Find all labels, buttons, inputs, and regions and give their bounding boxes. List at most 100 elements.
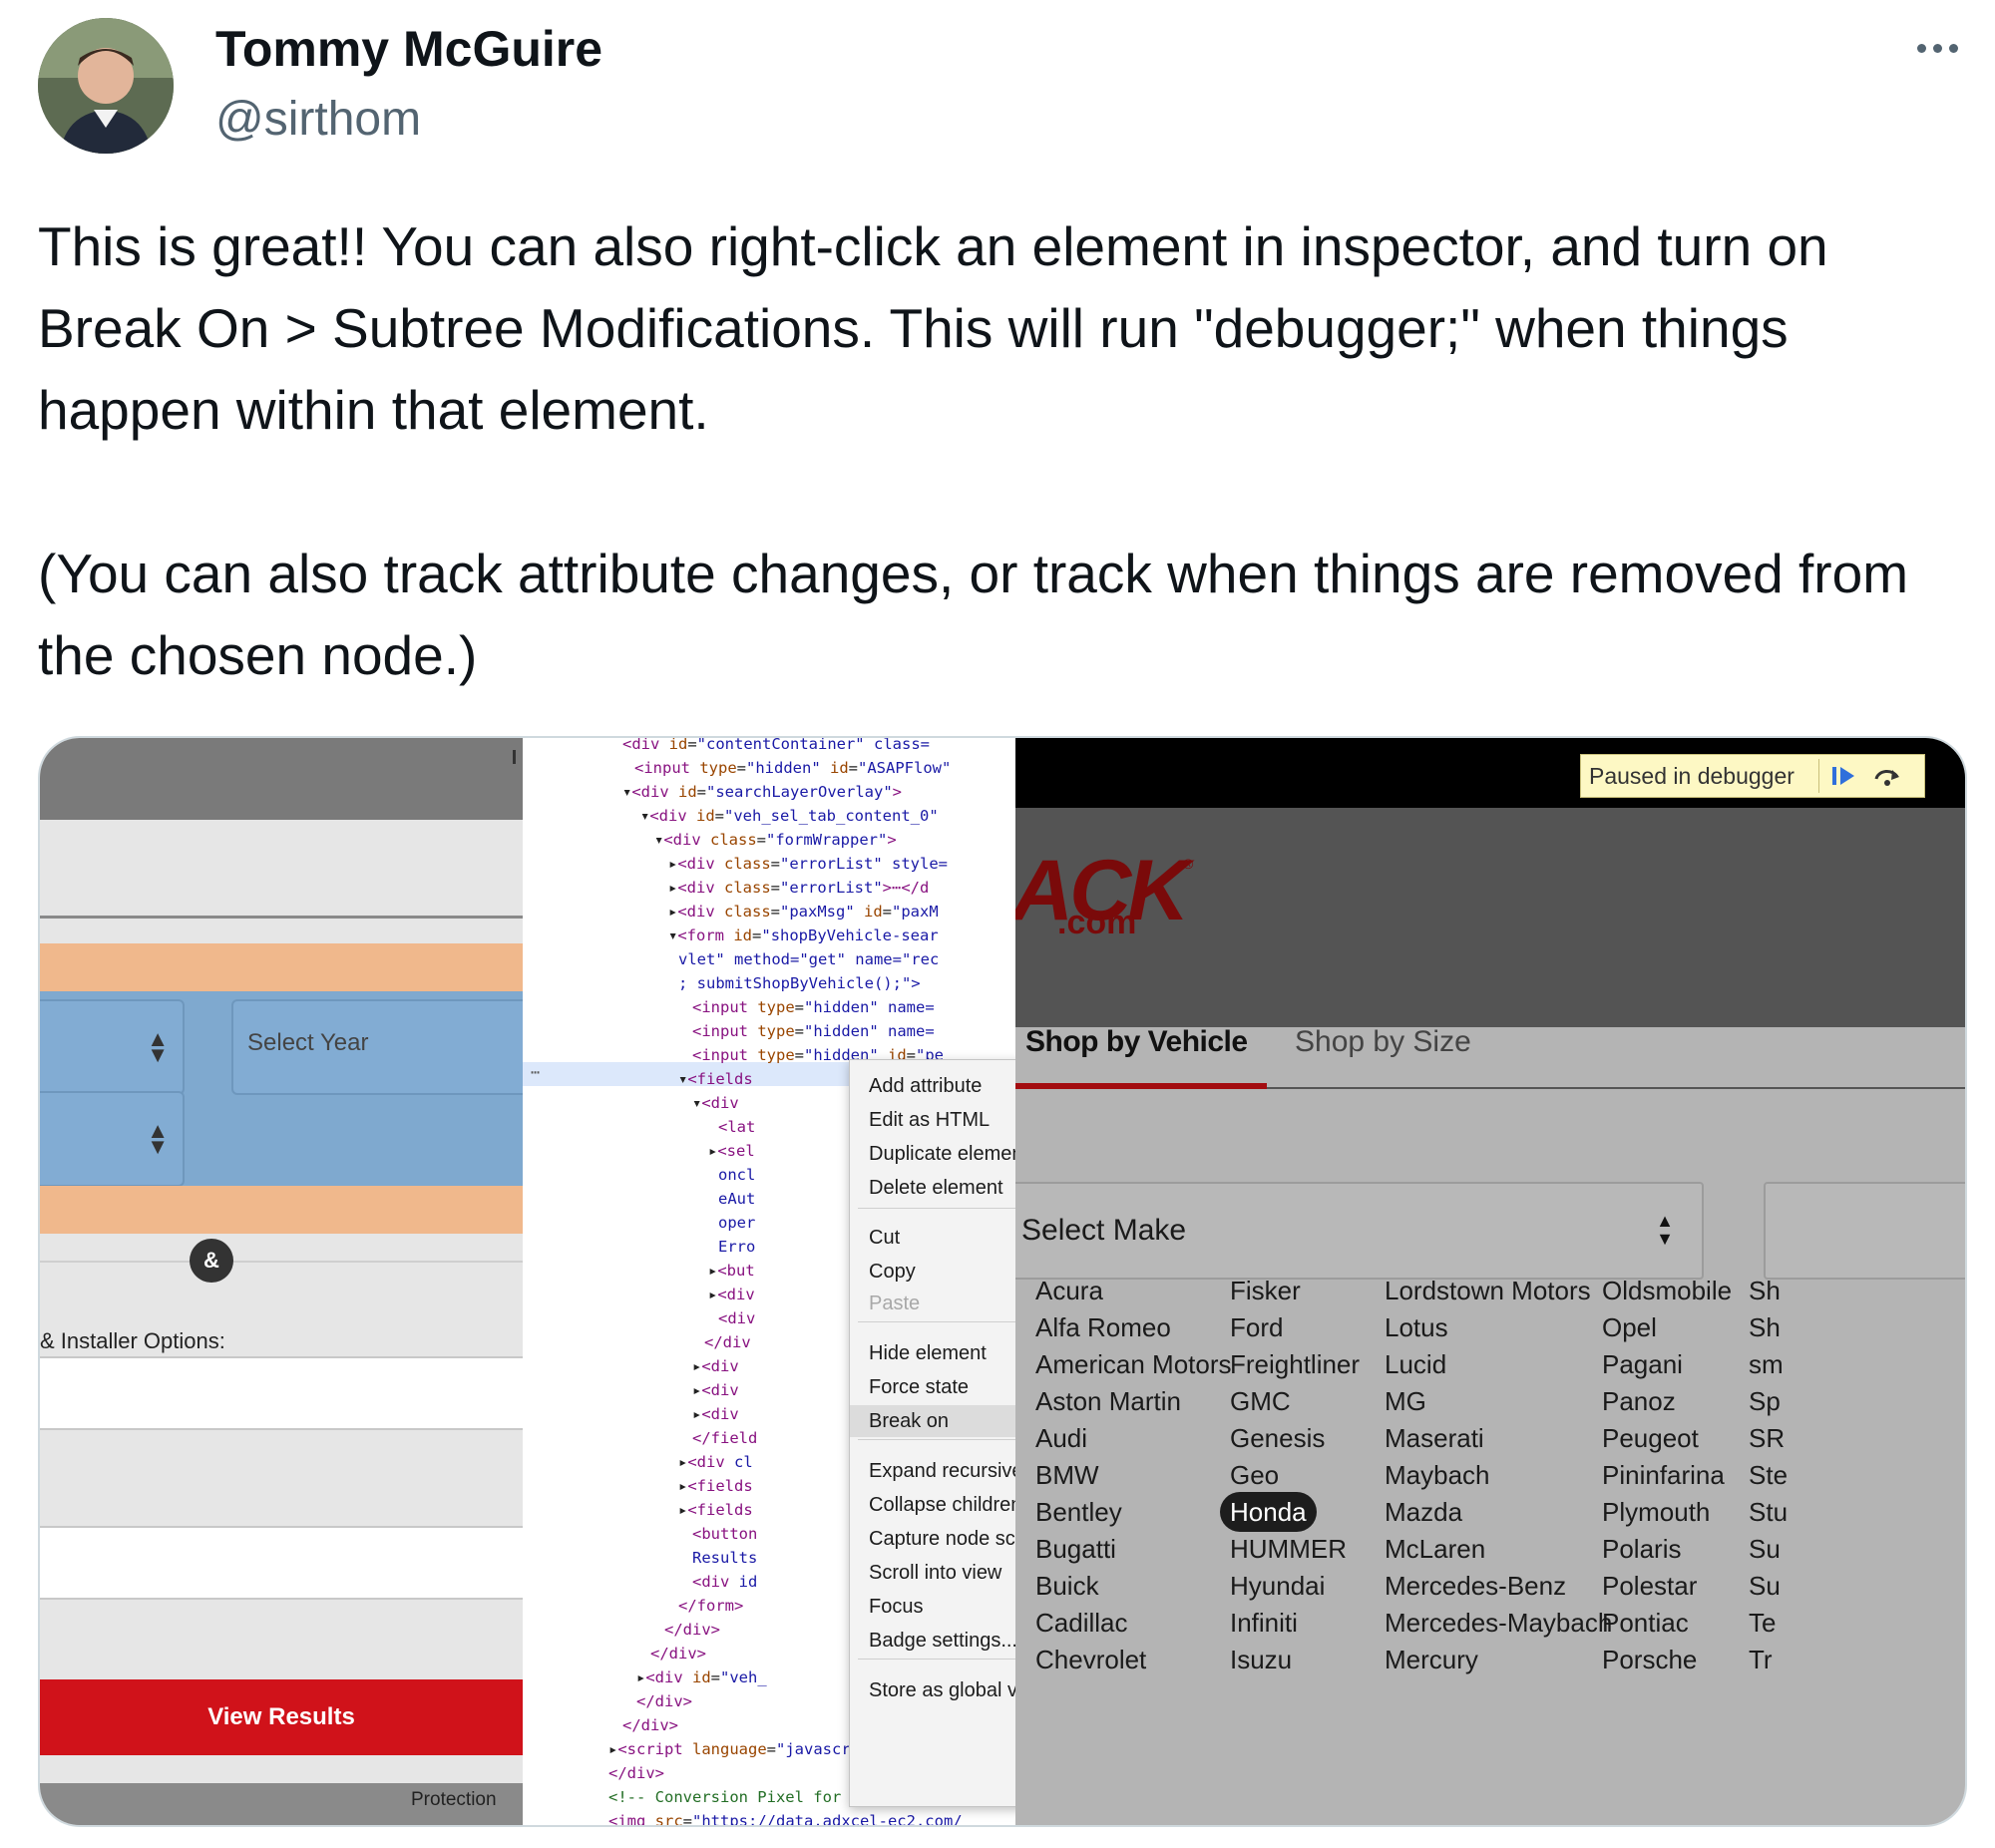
dom-tree-line[interactable]: <div	[718, 1306, 755, 1330]
installer-field[interactable]	[40, 1356, 523, 1430]
make-option-mercedes-benz[interactable]: Mercedes-Benz	[1385, 1566, 1566, 1606]
dom-tree-line[interactable]: ▸<fields	[678, 1498, 753, 1522]
make-option-lucid[interactable]: Lucid	[1385, 1344, 1446, 1384]
make-option-panoz[interactable]: Panoz	[1602, 1381, 1676, 1421]
dom-tree-line[interactable]: ▸<sel	[708, 1139, 755, 1163]
make-option-polestar[interactable]: Polestar	[1602, 1566, 1697, 1606]
make-option-bentley[interactable]: Bentley	[1035, 1492, 1122, 1532]
make-option-infiniti[interactable]: Infiniti	[1230, 1603, 1298, 1643]
make-option-sh[interactable]: Sh	[1749, 1271, 1781, 1310]
make-option-porsche[interactable]: Porsche	[1602, 1640, 1697, 1679]
make-option-opel[interactable]: Opel	[1602, 1307, 1657, 1347]
make-option-mclaren[interactable]: McLaren	[1385, 1529, 1485, 1569]
make-option-pontiac[interactable]: Pontiac	[1602, 1603, 1689, 1643]
make-option-audi[interactable]: Audi	[1035, 1418, 1087, 1458]
dom-tree-line[interactable]: <input type="hidden" name=	[692, 1019, 935, 1043]
dom-tree-line[interactable]: ▸<div	[692, 1354, 739, 1378]
make-option-buick[interactable]: Buick	[1035, 1566, 1099, 1606]
make-option-ste[interactable]: Ste	[1749, 1455, 1788, 1495]
dom-tree-line[interactable]: </div>	[636, 1689, 692, 1713]
make-option-american-motors[interactable]: American Motors	[1035, 1344, 1232, 1384]
dom-tree-line[interactable]: oncl	[718, 1163, 755, 1187]
dom-tree-line[interactable]: ; submitShopByVehicle();">	[678, 971, 921, 995]
make-option-geo[interactable]: Geo	[1230, 1455, 1279, 1495]
author-name[interactable]: Tommy McGuire	[215, 20, 602, 78]
dom-tree-line[interactable]: ▸<div id="veh_	[636, 1665, 767, 1689]
make-option-bmw[interactable]: BMW	[1035, 1455, 1099, 1495]
avatar[interactable]	[38, 18, 174, 154]
make-option-polaris[interactable]: Polaris	[1602, 1529, 1681, 1569]
dom-tree-line[interactable]: <input type="hidden" name=	[692, 995, 935, 1019]
installer-field[interactable]	[40, 1526, 523, 1600]
make-select[interactable]: ▲ ▼	[40, 999, 185, 1095]
make-option-hummer[interactable]: HUMMER	[1230, 1529, 1347, 1569]
dom-tree-line[interactable]: ▸<div cl	[678, 1450, 753, 1474]
make-option-sm[interactable]: sm	[1749, 1344, 1784, 1384]
select-year-field[interactable]: Select Year	[231, 999, 523, 1095]
dom-tree-line[interactable]: ▾<fields	[678, 1067, 753, 1091]
step-over-icon[interactable]	[1870, 760, 1904, 792]
dom-tree-line[interactable]: ▾<div id="searchLayerOverlay">	[622, 780, 902, 804]
dom-tree-line[interactable]: ▸<but	[708, 1259, 755, 1283]
make-option-pagani[interactable]: Pagani	[1602, 1344, 1683, 1384]
make-option-stu[interactable]: Stu	[1749, 1492, 1788, 1532]
make-option-isuzu[interactable]: Isuzu	[1230, 1640, 1292, 1679]
make-option-honda[interactable]: Honda	[1220, 1492, 1317, 1532]
make-option-genesis[interactable]: Genesis	[1230, 1418, 1325, 1458]
resume-icon[interactable]	[1826, 760, 1860, 792]
make-option-aston-martin[interactable]: Aston Martin	[1035, 1381, 1181, 1421]
make-option-peugeot[interactable]: Peugeot	[1602, 1418, 1699, 1458]
dom-tree-line[interactable]: ▸<div class="errorList" style=	[668, 852, 948, 876]
dom-tree-line[interactable]: Results	[692, 1546, 757, 1570]
make-option-alfa-romeo[interactable]: Alfa Romeo	[1035, 1307, 1171, 1347]
dom-tree-line[interactable]: <button	[692, 1522, 757, 1546]
dom-tree-line[interactable]: </div>	[650, 1642, 706, 1665]
make-option-hyundai[interactable]: Hyundai	[1230, 1566, 1325, 1606]
make-option-maserati[interactable]: Maserati	[1385, 1418, 1484, 1458]
make-option-fisker[interactable]: Fisker	[1230, 1271, 1301, 1310]
dom-tree-line[interactable]: <div id="contentContainer" class=	[622, 738, 930, 756]
make-option-te[interactable]: Te	[1749, 1603, 1776, 1643]
dom-tree-line[interactable]: ▾<div id="veh_sel_tab_content_0"	[640, 804, 939, 828]
dom-tree-line[interactable]: </div>	[608, 1761, 664, 1785]
dom-tree-line[interactable]: </div	[704, 1330, 751, 1354]
dom-tree-line[interactable]: ▸<div	[708, 1283, 755, 1306]
view-results-button[interactable]: View Results	[40, 1679, 523, 1755]
make-option-gmc[interactable]: GMC	[1230, 1381, 1291, 1421]
make-option-maybach[interactable]: Maybach	[1385, 1455, 1490, 1495]
dom-tree-line[interactable]: vlet" method="get" name="rec	[678, 947, 939, 971]
make-option-pininfarina[interactable]: Pininfarina	[1602, 1455, 1725, 1495]
dom-tree-line[interactable]: ▸<div	[692, 1402, 739, 1426]
make-option-mazda[interactable]: Mazda	[1385, 1492, 1462, 1532]
model-select[interactable]: ▲ ▼	[40, 1091, 185, 1187]
make-option-sp[interactable]: Sp	[1749, 1381, 1781, 1421]
dom-tree-line[interactable]: </div>	[664, 1618, 720, 1642]
make-option-mercury[interactable]: Mercury	[1385, 1640, 1478, 1679]
make-option-freightliner[interactable]: Freightliner	[1230, 1344, 1360, 1384]
dom-tree-line[interactable]: ▾<form id="shopByVehicle-sear	[668, 924, 939, 947]
make-option-lotus[interactable]: Lotus	[1385, 1307, 1448, 1347]
dom-tree-line[interactable]: </field	[692, 1426, 757, 1450]
make-option-oldsmobile[interactable]: Oldsmobile	[1602, 1271, 1732, 1310]
attached-screenshot[interactable]: ▲ ▼ Select Year ▲ ▼ & & Installer Options:…	[38, 736, 1967, 1827]
dom-tree-line[interactable]: ▾<div	[692, 1091, 739, 1115]
secondary-select[interactable]	[1764, 1182, 1965, 1280]
dom-tree-line[interactable]: ▸<div class="paxMsg" id="paxM	[668, 900, 939, 924]
make-option-plymouth[interactable]: Plymouth	[1602, 1492, 1710, 1532]
dom-tree-line[interactable]: oper	[718, 1211, 755, 1235]
make-option-chevrolet[interactable]: Chevrolet	[1035, 1640, 1146, 1679]
make-option-cadillac[interactable]: Cadillac	[1035, 1603, 1128, 1643]
dom-tree-line[interactable]: ▾<div class="formWrapper">	[654, 828, 897, 852]
make-option-sr[interactable]: SR	[1749, 1418, 1785, 1458]
author-handle[interactable]: @sirthom	[215, 92, 421, 147]
dom-tree-line[interactable]: <input type="hidden" id="ASAPFlow"	[634, 756, 951, 780]
make-option-su[interactable]: Su	[1749, 1566, 1781, 1606]
tab-shop-by-vehicle[interactable]: Shop by Vehicle	[1025, 1025, 1248, 1059]
dom-tree-line[interactable]: eAut	[718, 1187, 755, 1211]
dom-tree-line[interactable]: </form>	[678, 1594, 743, 1618]
node-ellipsis[interactable]: ⋯	[531, 1063, 540, 1081]
dom-tree-line[interactable]: ▸<div	[692, 1378, 739, 1402]
tab-shop-by-size[interactable]: Shop by Size	[1295, 1025, 1471, 1059]
make-option-mg[interactable]: MG	[1385, 1381, 1426, 1421]
dom-tree-line[interactable]: <img src="https://data.adxcel-ec2.com/	[608, 1809, 963, 1825]
